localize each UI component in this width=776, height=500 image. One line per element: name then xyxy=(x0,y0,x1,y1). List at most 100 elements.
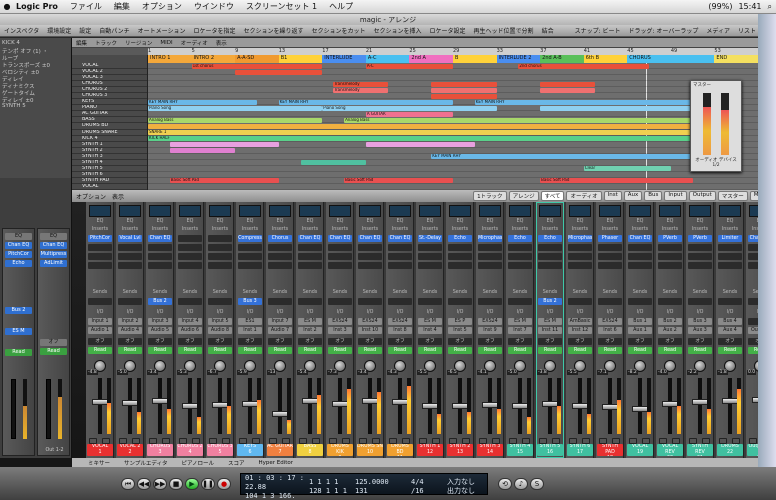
send-slot[interactable] xyxy=(418,298,442,305)
menu-options[interactable]: オプション xyxy=(142,1,182,12)
region[interactable] xyxy=(169,148,236,154)
insert-slot[interactable]: PVerb xyxy=(658,235,682,242)
toolbar-item[interactable]: 設定 xyxy=(79,26,91,35)
insert-slot[interactable]: Vocal Lvl xyxy=(118,235,142,242)
clock[interactable]: 15:41 xyxy=(738,2,761,11)
empty-insert-slot[interactable] xyxy=(358,262,382,269)
automation-read-slot[interactable]: Read xyxy=(328,347,352,354)
group-slot[interactable]: オフ xyxy=(358,338,382,345)
eq-display[interactable] xyxy=(299,205,321,217)
output-slot[interactable]: Audio 8 xyxy=(208,327,232,334)
region[interactable]: A-C xyxy=(365,63,453,69)
insert-slot[interactable]: Microphas xyxy=(478,235,502,242)
marker[interactable]: INTRO 1 xyxy=(148,55,192,63)
dock[interactable] xyxy=(758,14,776,467)
automation-read-slot[interactable]: Read xyxy=(418,347,442,354)
mixer-tab[interactable]: Input xyxy=(664,191,687,201)
mixer-options-menu[interactable]: オプション xyxy=(76,192,106,201)
insert-slot[interactable]: PitchCor xyxy=(88,235,112,242)
channel-name[interactable]: DRUMS BD11 xyxy=(387,444,413,456)
bar-ruler[interactable]: 1591317212529333741454953576165697377818… xyxy=(148,48,764,55)
insert-slot-3[interactable]: AdLimit xyxy=(40,260,67,267)
send-slot[interactable] xyxy=(88,298,112,305)
channel-name[interactable]: SYNTH 2 13 xyxy=(447,444,473,456)
group-slot[interactable]: オフ xyxy=(178,338,202,345)
eq-display[interactable] xyxy=(509,205,531,217)
output-slot[interactable]: Audio 7 xyxy=(268,327,292,334)
empty-insert-slot[interactable] xyxy=(388,244,412,251)
volume-fader[interactable] xyxy=(332,400,348,407)
app-menu[interactable]: Logic Pro xyxy=(16,2,58,11)
send-slot[interactable] xyxy=(358,298,382,305)
automation-read-slot[interactable]: Read xyxy=(478,347,502,354)
empty-insert-slot[interactable] xyxy=(418,253,442,260)
volume-fader[interactable] xyxy=(542,400,558,407)
group-slot[interactable]: オフ xyxy=(148,338,172,345)
send-slot[interactable] xyxy=(448,298,472,305)
empty-insert-slot[interactable] xyxy=(478,244,502,251)
output-slot[interactable]: Inst 7 xyxy=(508,327,532,334)
output-slot[interactable]: Audio 1 xyxy=(88,327,112,334)
group-slot[interactable]: オフ xyxy=(478,338,502,345)
send-slot[interactable]: Bus 3 xyxy=(238,298,262,305)
output-slot[interactable]: Aux 2 xyxy=(658,327,682,334)
output-slot[interactable]: Inst 11 xyxy=(538,327,562,334)
empty-insert-slot[interactable] xyxy=(718,253,742,260)
output-slot[interactable]: Inst 1 xyxy=(238,327,262,334)
empty-insert-slot[interactable] xyxy=(418,244,442,251)
region[interactable] xyxy=(431,81,497,87)
rewind-button[interactable]: ◀◀ xyxy=(137,477,151,490)
marker[interactable]: A-A-SD xyxy=(235,55,279,63)
empty-insert-slot[interactable] xyxy=(508,262,532,269)
channel-name[interactable]: BASS 8 xyxy=(297,444,323,456)
region[interactable] xyxy=(540,105,715,111)
output-slot[interactable]: Inst 4 xyxy=(418,327,442,334)
empty-insert-slot[interactable] xyxy=(448,244,472,251)
output-slot[interactable]: Aux 1 xyxy=(628,327,652,334)
group-slot[interactable]: オフ xyxy=(658,338,682,345)
group-slot[interactable]: オフ xyxy=(268,338,292,345)
mixer-view-menu[interactable]: 表示 xyxy=(112,192,124,201)
automation-read-slot[interactable]: Read xyxy=(298,347,322,354)
region[interactable]: KEY MAIN RHY xyxy=(431,154,693,160)
group-slot[interactable]: オフ xyxy=(628,338,652,345)
insert-slot[interactable]: Echo xyxy=(538,235,562,242)
region[interactable] xyxy=(148,123,715,130)
send-slot[interactable] xyxy=(178,298,202,305)
input-slot[interactable]: ES M xyxy=(298,318,322,325)
eq-display[interactable] xyxy=(719,205,741,217)
input-slot[interactable]: Bus 1 xyxy=(628,318,652,325)
input-slot[interactable]: Input 7 xyxy=(268,318,292,325)
group-slot[interactable]: オフ xyxy=(718,338,742,345)
insert-slot[interactable]: Limiter xyxy=(718,235,742,242)
empty-insert-slot[interactable] xyxy=(328,244,352,251)
io-slot[interactable]: ES M xyxy=(5,328,32,335)
channel-name[interactable]: DRUMS 22 xyxy=(717,444,743,456)
empty-insert-slot[interactable] xyxy=(658,244,682,251)
volume-fader[interactable] xyxy=(692,399,708,405)
toolbar-item[interactable]: オートメーション xyxy=(138,26,186,35)
automation-read-slot[interactable]: Read xyxy=(388,347,412,354)
channel-name[interactable]: DRUMS KIK9 xyxy=(327,444,353,456)
send-slot[interactable] xyxy=(268,298,292,305)
metronome-button[interactable]: ♪ xyxy=(514,477,528,490)
empty-insert-slot[interactable] xyxy=(538,262,562,269)
input-slot[interactable]: ES M xyxy=(418,318,442,325)
battery-status[interactable]: (99%) xyxy=(708,2,732,11)
forward-button[interactable]: ▶▶ xyxy=(153,477,167,490)
channel-name[interactable]: SYNTH 1 12 xyxy=(417,444,443,456)
region[interactable]: Basic Soft Pad xyxy=(344,178,453,184)
empty-insert-slot[interactable] xyxy=(388,262,412,269)
empty-insert-slot[interactable] xyxy=(328,253,352,260)
automation-read-slot[interactable]: Read xyxy=(538,347,562,354)
toolbar-right-item[interactable]: リスト xyxy=(738,26,756,35)
eq-display[interactable] xyxy=(659,205,681,217)
input-slot[interactable]: Bus 3 xyxy=(688,318,712,325)
insert-slot[interactable]: Echo xyxy=(508,235,532,242)
volume-fader[interactable] xyxy=(152,398,168,404)
output-slot[interactable]: Inst 2 xyxy=(298,327,322,334)
empty-insert-slot[interactable] xyxy=(298,262,322,269)
arrange-menu-item[interactable]: リージョン xyxy=(125,39,152,47)
empty-insert-slot[interactable] xyxy=(568,244,592,251)
menu-file[interactable]: ファイル xyxy=(70,1,102,12)
